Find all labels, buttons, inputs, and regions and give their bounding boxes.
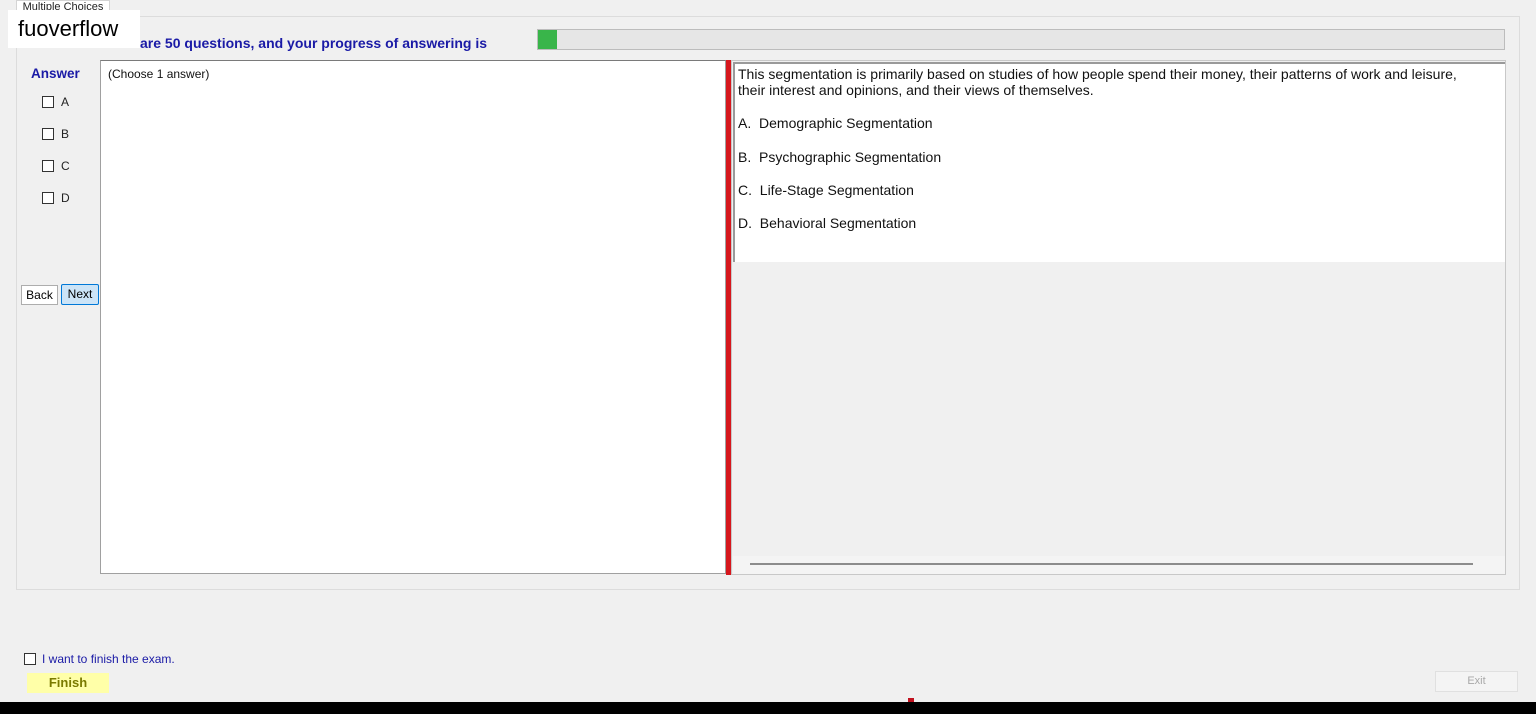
horizontal-scrollbar[interactable] <box>750 563 1473 565</box>
checkbox-b[interactable] <box>42 128 54 140</box>
progress-title: There are 50 questions, and your progres… <box>98 35 487 51</box>
answer-option-a[interactable]: A <box>42 94 69 110</box>
question-box: This segmentation is primarily based on … <box>733 62 1505 262</box>
finish-exam-checkbox-row[interactable]: I want to finish the exam. <box>24 652 175 666</box>
exit-button[interactable]: Exit <box>1435 671 1518 692</box>
taskbar-edge <box>0 702 1536 714</box>
finish-button[interactable]: Finish <box>27 673 109 693</box>
next-button[interactable]: Next <box>61 284 99 305</box>
answer-label: Answer <box>31 66 80 81</box>
answer-text-area[interactable]: (Choose 1 answer) <box>100 60 726 574</box>
question-choice-d: D. Behavioral Segmentation <box>738 215 917 231</box>
checkbox-d[interactable] <box>42 192 54 204</box>
finish-exam-label: I want to finish the exam. <box>42 652 175 666</box>
checkbox-a[interactable] <box>42 96 54 108</box>
progress-fill <box>538 30 558 49</box>
answer-option-d[interactable]: D <box>42 190 70 206</box>
checkbox-c[interactable] <box>42 160 54 172</box>
question-text: This segmentation is primarily based on … <box>738 66 1457 98</box>
progress-bar <box>537 29 1505 50</box>
watermark: fuoverflow <box>8 10 140 48</box>
answer-option-c[interactable]: C <box>42 158 70 174</box>
choose-hint: (Choose 1 answer) <box>108 67 210 81</box>
question-choice-c: C. Life-Stage Segmentation <box>738 182 914 198</box>
answer-option-label: D <box>61 191 70 205</box>
answer-option-label: C <box>61 159 70 173</box>
question-choice-b: B. Psychographic Segmentation <box>738 149 942 165</box>
finish-exam-checkbox[interactable] <box>24 653 36 665</box>
question-choice-a: A. Demographic Segmentation <box>738 115 933 131</box>
answer-option-label: B <box>61 127 70 141</box>
back-button[interactable]: Back <box>21 285 58 305</box>
question-panel-footer <box>733 556 1505 574</box>
answer-option-b[interactable]: B <box>42 126 69 142</box>
taskbar-marker <box>908 698 914 702</box>
answer-option-label: A <box>61 95 70 109</box>
